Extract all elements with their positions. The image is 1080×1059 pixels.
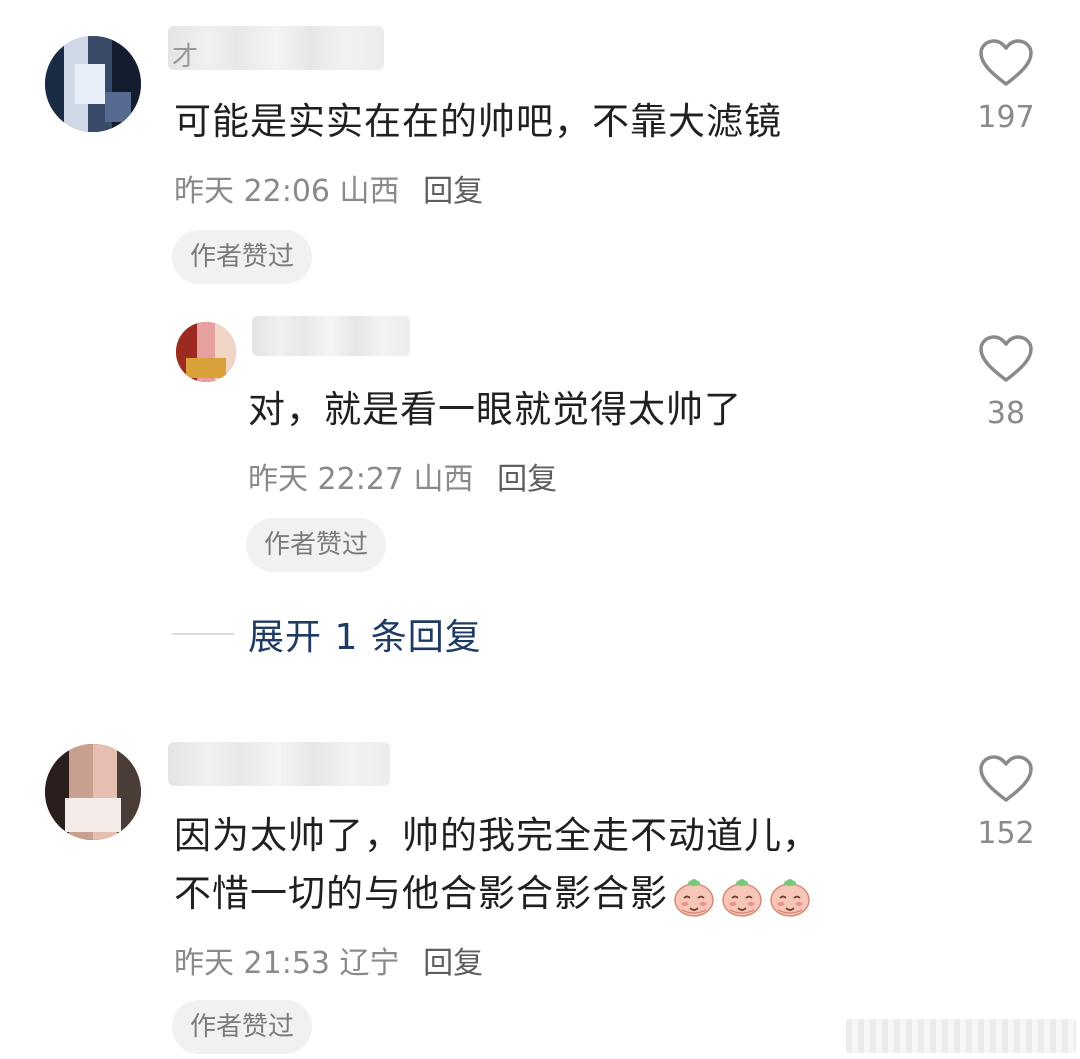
comment-location: 山西 [339, 174, 400, 209]
comment-text-line-2-text: 不惜一切的与他合影合影合影 [174, 872, 668, 915]
expand-replies[interactable]: 展开 1 条回复 [172, 608, 482, 660]
reply-location: 山西 [413, 462, 474, 497]
comment-text[interactable]: 可能是实实在在的帅吧，不靠大滤镜 [174, 94, 782, 150]
author-liked-badge: 作者赞过 [172, 230, 313, 284]
like-count: 152 [977, 816, 1035, 851]
username-redacted[interactable] [168, 26, 384, 70]
author-liked-badge: 作者赞过 [246, 518, 387, 572]
expand-replies-label[interactable]: 展开 1 条回复 [248, 608, 482, 660]
reply-meta: 昨天 22:27 山西 回复 [248, 454, 557, 498]
comment-time: 昨天 21:53 [174, 946, 330, 981]
comment-text-line-1[interactable]: 因为太帅了，帅的我完全走不动道儿， [174, 808, 820, 864]
reply-text[interactable]: 对，就是看一眼就觉得太帅了 [248, 382, 742, 438]
reply-button[interactable]: 回复 [497, 462, 557, 497]
reply-button[interactable]: 回复 [423, 174, 483, 209]
peach-shy-emoji [770, 878, 810, 917]
avatar[interactable] [45, 36, 141, 132]
comment-text-line-2[interactable]: 不惜一切的与他合影合影合影 [174, 866, 812, 922]
peach-shy-emoji [722, 878, 762, 917]
like-count: 38 [986, 396, 1026, 431]
author-liked-badge: 作者赞过 [172, 1000, 313, 1054]
like-button[interactable]: 197 [966, 38, 1046, 135]
like-count: 197 [977, 100, 1035, 135]
heart-outline-icon [979, 39, 1033, 86]
avatar[interactable] [45, 744, 141, 840]
comment-meta: 昨天 22:06 山西 回复 [174, 166, 483, 210]
peach-shy-emoji [674, 878, 714, 917]
comment-time: 昨天 22:06 [174, 174, 330, 209]
heart-outline-icon [979, 755, 1033, 802]
avatar[interactable] [176, 322, 236, 382]
reply-button[interactable]: 回复 [423, 946, 483, 981]
like-button[interactable]: 152 [966, 754, 1046, 851]
username-redacted[interactable] [168, 742, 390, 786]
divider-line [172, 633, 234, 635]
watermark-redacted [846, 1019, 1076, 1053]
username-redacted[interactable] [252, 316, 410, 356]
comment-location: 辽宁 [339, 946, 400, 981]
reply-time: 昨天 22:27 [248, 462, 404, 497]
comment-meta: 昨天 21:53 辽宁 回复 [174, 938, 483, 982]
heart-outline-icon [979, 335, 1033, 382]
like-button[interactable]: 38 [966, 334, 1046, 431]
username-visible-char: 才 [172, 42, 199, 72]
